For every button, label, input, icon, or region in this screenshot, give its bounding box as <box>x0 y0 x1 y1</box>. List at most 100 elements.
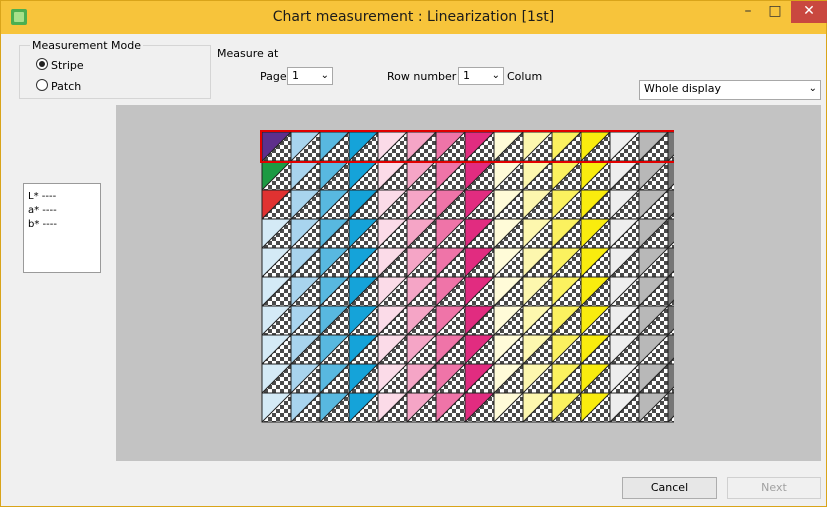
chart-patch <box>493 218 524 249</box>
row-number-select[interactable]: 1 ⌄ <box>458 67 504 85</box>
chart-patch <box>580 189 611 220</box>
chart-patch <box>551 131 582 162</box>
chart-patch <box>261 160 292 191</box>
patch-grid <box>261 131 674 423</box>
chart-patch <box>464 334 495 365</box>
chart-patch <box>464 276 495 307</box>
chart-patch <box>319 334 350 365</box>
chart-patch <box>493 131 524 162</box>
chart-patch <box>290 305 321 336</box>
chart-patch <box>551 218 582 249</box>
chart-patch <box>435 392 466 423</box>
chart-patch <box>435 276 466 307</box>
maximize-button[interactable]: □ <box>761 1 789 23</box>
minimize-button[interactable]: – <box>734 1 762 23</box>
chart-patch <box>377 247 408 278</box>
chart-patch <box>348 334 379 365</box>
chart-patch <box>348 276 379 307</box>
chart-patch <box>464 305 495 336</box>
chart-patch <box>667 247 674 278</box>
stripe-radio[interactable]: Stripe <box>36 58 84 72</box>
chart-patch <box>522 131 553 162</box>
chart-patch <box>522 276 553 307</box>
chart-patch <box>522 363 553 394</box>
next-button[interactable]: Next <box>727 477 821 499</box>
chart-patch <box>319 276 350 307</box>
chart-patch <box>348 305 379 336</box>
chart-patch <box>290 334 321 365</box>
chart-patch <box>377 363 408 394</box>
chart-patch <box>638 305 669 336</box>
chart-patch <box>319 218 350 249</box>
chart-patch <box>348 218 379 249</box>
patch-radio[interactable]: Patch <box>36 79 81 93</box>
chart-patch <box>464 392 495 423</box>
chart-patch <box>435 247 466 278</box>
chart-patch <box>319 247 350 278</box>
chart-patch <box>667 392 674 423</box>
chart-patch <box>348 160 379 191</box>
chart-patch <box>580 392 611 423</box>
chart-patch <box>290 247 321 278</box>
chart-patch <box>580 218 611 249</box>
chart-patch <box>609 160 640 191</box>
chart-patch <box>609 189 640 220</box>
title-bar: Chart measurement : Linearization [1st] … <box>1 1 827 34</box>
chevron-down-icon: ⌄ <box>808 83 817 94</box>
row-number-label: Row number <box>387 70 457 83</box>
page-label: Page <box>260 70 287 83</box>
chart-patch <box>638 276 669 307</box>
chart-patch <box>580 363 611 394</box>
chart-patch <box>522 247 553 278</box>
chart-patch <box>638 334 669 365</box>
chart-patch <box>319 189 350 220</box>
chart-patch <box>261 218 292 249</box>
chart-patch <box>406 189 437 220</box>
measurement-chart[interactable] <box>260 129 674 425</box>
chart-patch <box>319 131 350 162</box>
chart-patch <box>551 392 582 423</box>
chart-patch <box>464 218 495 249</box>
page-select[interactable]: 1 ⌄ <box>287 67 333 85</box>
chart-patch <box>435 334 466 365</box>
chart-patch <box>667 131 674 162</box>
chart-patch <box>580 305 611 336</box>
chart-patch <box>580 131 611 162</box>
chart-patch <box>638 392 669 423</box>
chart-patch <box>435 160 466 191</box>
chart-patch <box>290 189 321 220</box>
stripe-label: Stripe <box>51 59 84 72</box>
chart-patch <box>638 131 669 162</box>
chart-patch <box>522 334 553 365</box>
chart-patch <box>638 160 669 191</box>
chart-patch <box>261 305 292 336</box>
chart-patch <box>493 276 524 307</box>
cancel-button[interactable]: Cancel <box>622 477 717 499</box>
chart-patch <box>290 392 321 423</box>
chart-patch <box>551 247 582 278</box>
chart-patch <box>348 363 379 394</box>
b-value: b* ---- <box>28 219 57 230</box>
chart-patch <box>261 276 292 307</box>
chart-patch <box>261 392 292 423</box>
chart-patch <box>377 218 408 249</box>
chart-patch <box>667 218 674 249</box>
chart-patch <box>377 334 408 365</box>
chart-patch <box>493 334 524 365</box>
chart-patch <box>406 131 437 162</box>
chart-patch <box>609 363 640 394</box>
chart-patch <box>580 334 611 365</box>
chart-patch <box>580 160 611 191</box>
chart-patch <box>319 160 350 191</box>
chart-patch <box>377 189 408 220</box>
close-button[interactable]: ✕ <box>791 1 827 23</box>
chart-patch <box>609 218 640 249</box>
chart-patch <box>406 363 437 394</box>
chart-patch <box>406 276 437 307</box>
chart-patch <box>667 363 674 394</box>
chart-patch <box>319 305 350 336</box>
chart-patch <box>464 160 495 191</box>
chart-patch <box>667 189 674 220</box>
display-select[interactable]: Whole display ⌄ <box>639 80 821 100</box>
chart-patch <box>522 392 553 423</box>
